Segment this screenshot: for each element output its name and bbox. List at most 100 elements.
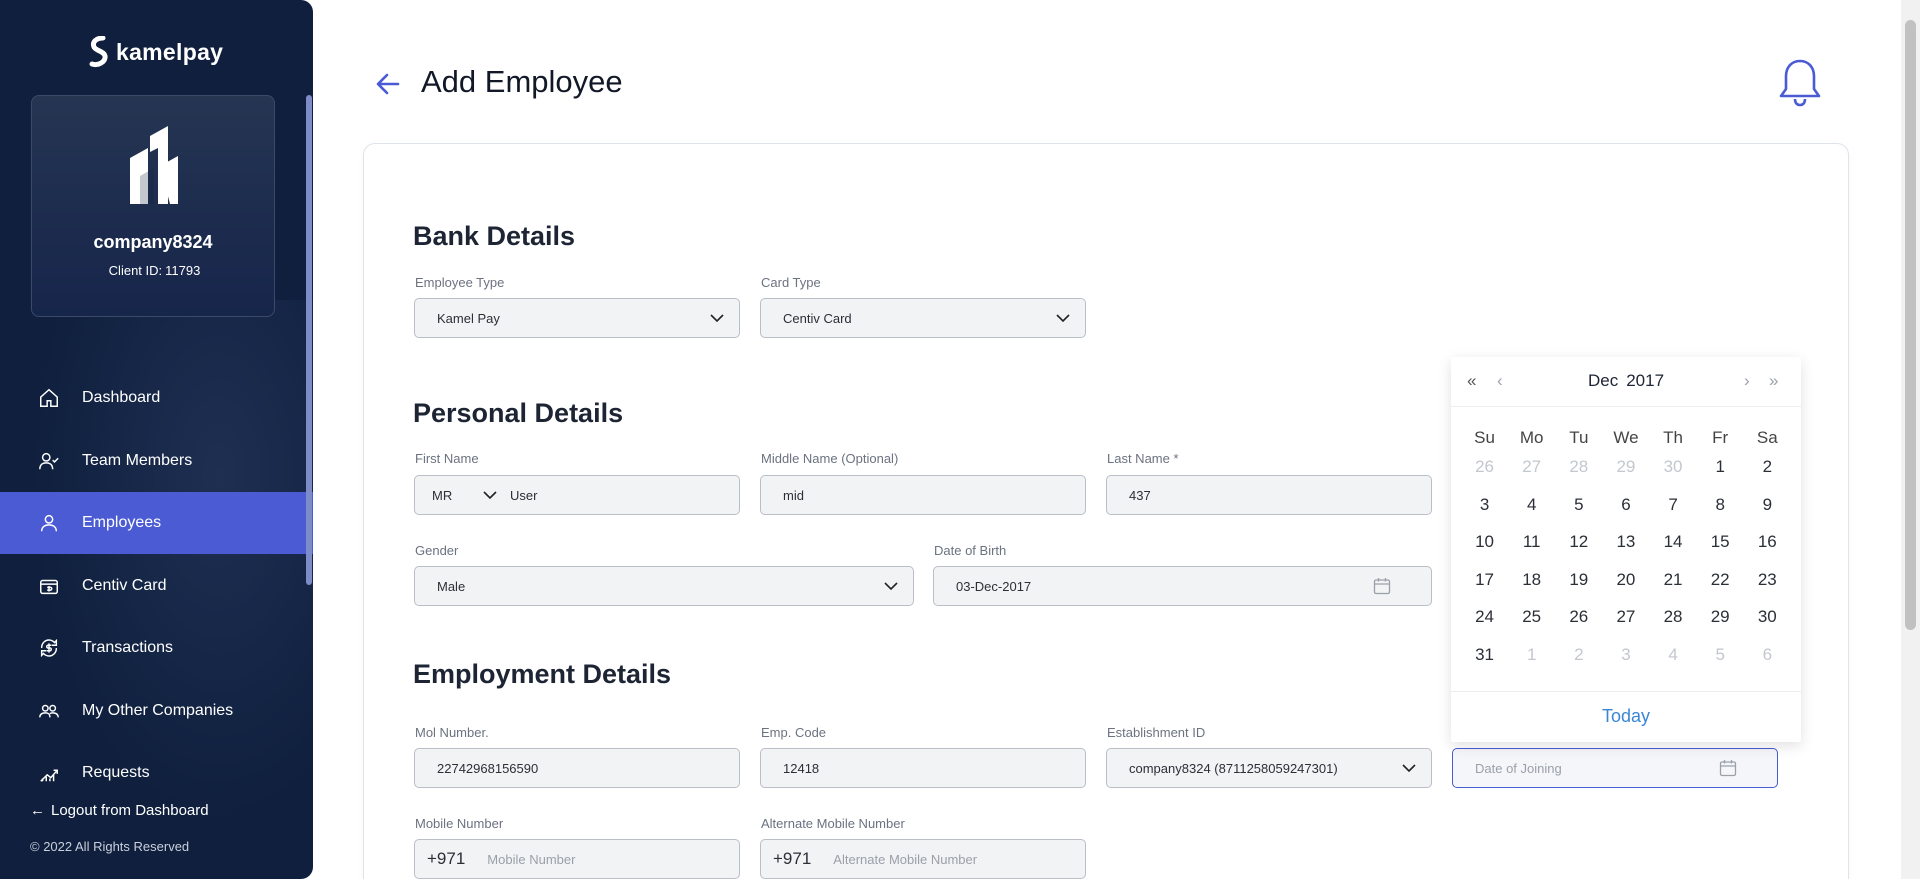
date-cell[interactable]: 27 — [1508, 457, 1555, 477]
mobile-number-placeholder: Mobile Number — [487, 851, 576, 867]
date-row: 10 11 12 13 14 15 16 — [1461, 532, 1791, 552]
calendar-icon — [1719, 760, 1737, 777]
sidebar-item-label: Employees — [82, 514, 162, 531]
emp-code-input[interactable]: 12418 — [760, 748, 1086, 788]
date-cell[interactable]: 30 — [1744, 607, 1791, 627]
date-cell[interactable]: 19 — [1555, 570, 1602, 590]
date-cell[interactable]: 18 — [1508, 570, 1555, 590]
copyright: © 2022 All Rights Reserved — [30, 839, 190, 854]
date-cell[interactable]: 28 — [1650, 607, 1697, 627]
month-select[interactable]: Dec — [1588, 371, 1618, 390]
date-cell[interactable]: 3 — [1461, 495, 1508, 515]
next-year-button[interactable]: » — [1769, 371, 1778, 391]
sidebar-nav: Dashboard Team Members Employees Centiv … — [0, 367, 313, 805]
last-name-input[interactable]: 437 — [1106, 475, 1432, 515]
date-cell[interactable]: 12 — [1555, 532, 1602, 552]
weekday-label: Su — [1474, 428, 1495, 447]
establishment-id-select[interactable]: company8324 (8711258059247301) — [1106, 748, 1432, 788]
date-cell[interactable]: 3 — [1602, 645, 1649, 665]
date-picker-popup: « ‹ Dec 2017 › » Su Mo Tu We Th Fr Sa 26 2… — [1451, 357, 1801, 742]
sidebar-item-my-other-companies[interactable]: My Other Companies — [0, 680, 313, 742]
date-cell[interactable]: 29 — [1697, 607, 1744, 627]
sidebar-item-label: Centiv Card — [82, 576, 167, 594]
middle-name-label: Middle Name (Optional) — [761, 451, 899, 466]
date-cell[interactable]: 15 — [1697, 532, 1744, 552]
title-select[interactable]: MR — [432, 488, 482, 503]
sidebar-item-team-members[interactable]: Team Members — [0, 430, 313, 492]
date-cell[interactable]: 28 — [1555, 457, 1602, 477]
date-cell[interactable]: 5 — [1697, 645, 1744, 665]
dob-input[interactable]: 03-Dec-2017 — [933, 566, 1432, 606]
page-scrollbar-thumb[interactable] — [1905, 20, 1916, 630]
user-check-icon — [37, 449, 61, 473]
card-type-select[interactable]: Centiv Card — [760, 298, 1086, 338]
next-month-button[interactable]: › — [1744, 371, 1750, 391]
back-arrow-icon[interactable] — [374, 70, 402, 98]
date-cell[interactable]: 26 — [1461, 457, 1508, 477]
date-cell[interactable]: 22 — [1697, 570, 1744, 590]
sidebar-item-transactions[interactable]: Transactions — [0, 617, 313, 679]
date-cell[interactable]: 11 — [1508, 532, 1555, 552]
bell-icon[interactable] — [1777, 57, 1823, 107]
middle-name-value: mid — [783, 487, 804, 503]
sidebar-item-requests[interactable]: Requests — [0, 742, 313, 804]
logout-link[interactable]: ← Logout from Dashboard — [30, 802, 209, 819]
page-scrollbar[interactable] — [1901, 0, 1920, 879]
date-cell[interactable]: 2 — [1555, 645, 1602, 665]
client-id-value: 11793 — [165, 263, 201, 278]
first-name-input[interactable]: User — [510, 488, 537, 503]
date-cell[interactable]: 4 — [1650, 645, 1697, 665]
date-cell[interactable]: 5 — [1555, 495, 1602, 515]
sidebar-item-label: Requests — [82, 764, 150, 781]
date-cell[interactable]: 2 — [1744, 457, 1791, 477]
today-button[interactable]: Today — [1451, 691, 1801, 742]
date-cell[interactable]: 8 — [1697, 495, 1744, 515]
date-cell[interactable]: 10 — [1461, 532, 1508, 552]
sidebar-item-centiv-card[interactable]: Centiv Card — [0, 555, 313, 617]
sidebar-item-dashboard[interactable]: Dashboard — [0, 367, 313, 429]
date-cell[interactable]: 27 — [1602, 607, 1649, 627]
date-cell[interactable]: 26 — [1555, 607, 1602, 627]
mol-number-input[interactable]: 22742968156590 — [414, 748, 740, 788]
date-cell[interactable]: 20 — [1602, 570, 1649, 590]
dob-label: Date of Birth — [934, 543, 1007, 558]
date-cell[interactable]: 1 — [1508, 645, 1555, 665]
middle-name-input[interactable]: mid — [760, 475, 1086, 515]
date-cell[interactable]: 24 — [1461, 607, 1508, 627]
alt-mobile-number-placeholder: Alternate Mobile Number — [833, 851, 978, 867]
sidebar-item-employees[interactable]: Employees — [0, 492, 313, 554]
date-cell[interactable]: 23 — [1744, 570, 1791, 590]
mobile-number-input[interactable]: +971 Mobile Number — [414, 839, 740, 879]
last-name-label: Last Name * — [1107, 451, 1179, 466]
date-cell[interactable]: 4 — [1508, 495, 1555, 515]
date-cell[interactable]: 17 — [1461, 570, 1508, 590]
chart-icon — [37, 761, 61, 785]
date-cell[interactable]: 30 — [1650, 457, 1697, 477]
year-select[interactable]: 2017 — [1626, 371, 1664, 390]
date-picker-header: « ‹ Dec 2017 › » — [1451, 357, 1801, 407]
sidebar-scrollbar[interactable] — [306, 95, 312, 585]
date-cell[interactable]: 9 — [1744, 495, 1791, 515]
date-cell[interactable]: 1 — [1697, 457, 1744, 477]
date-of-joining-input[interactable]: Date of Joining — [1452, 748, 1778, 788]
date-cell[interactable]: 29 — [1602, 457, 1649, 477]
gender-select[interactable]: Male — [414, 566, 914, 606]
date-cell[interactable]: 7 — [1650, 495, 1697, 515]
date-cell[interactable]: 16 — [1744, 532, 1791, 552]
chevron-down-icon[interactable] — [482, 487, 498, 503]
weekday-header: Su Mo Tu We Th Fr Sa — [1461, 428, 1791, 448]
date-cell[interactable]: 13 — [1602, 532, 1649, 552]
section-title-bank-details: Bank Details — [413, 221, 576, 251]
brand-name: kamelpay — [116, 38, 224, 65]
employee-type-select[interactable]: Kamel Pay — [414, 298, 740, 338]
brand-logo[interactable]: kamelpay — [88, 36, 223, 68]
date-cell[interactable]: 31 — [1461, 645, 1508, 665]
date-cell[interactable]: 6 — [1602, 495, 1649, 515]
date-cell[interactable]: 25 — [1508, 607, 1555, 627]
employee-type-value: Kamel Pay — [437, 310, 500, 326]
date-cell[interactable]: 6 — [1744, 645, 1791, 665]
date-cell[interactable]: 14 — [1650, 532, 1697, 552]
establishment-id-value: company8324 (8711258059247301) — [1129, 760, 1338, 776]
date-cell[interactable]: 21 — [1650, 570, 1697, 590]
alt-mobile-number-input[interactable]: +971 Alternate Mobile Number — [760, 839, 1086, 879]
